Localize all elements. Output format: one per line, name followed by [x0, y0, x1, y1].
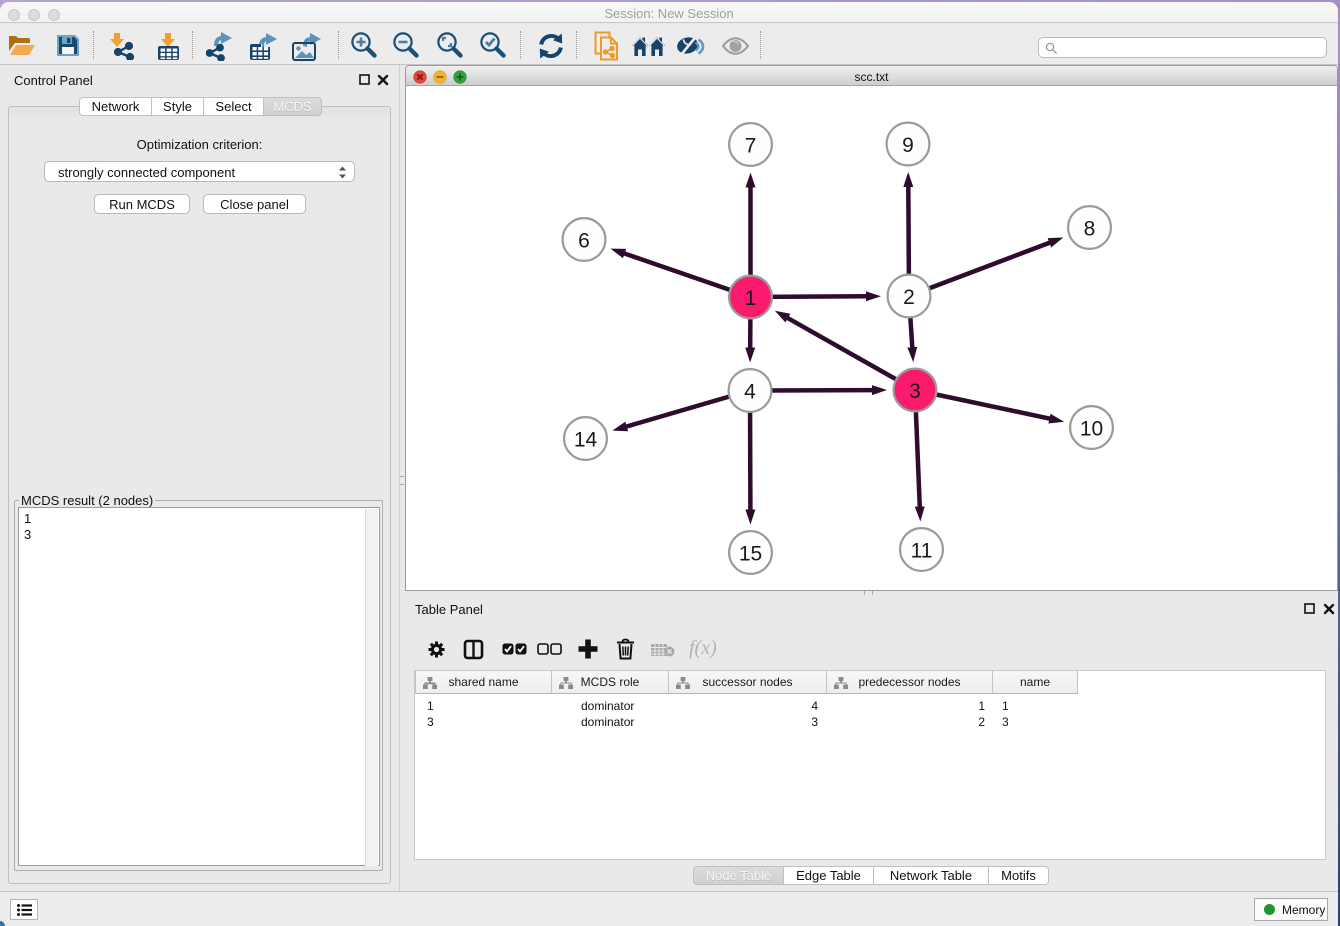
svg-text:4: 4 [744, 381, 756, 404]
svg-text:14: 14 [574, 429, 598, 452]
svg-text:7: 7 [745, 135, 757, 158]
svg-text:9: 9 [902, 134, 914, 157]
svg-text:1: 1 [745, 287, 757, 310]
svg-text:8: 8 [1084, 218, 1096, 241]
svg-text:10: 10 [1080, 418, 1103, 441]
svg-text:6: 6 [578, 230, 590, 253]
svg-text:3: 3 [909, 380, 921, 403]
svg-text:15: 15 [739, 543, 762, 566]
svg-text:11: 11 [911, 540, 933, 563]
svg-text:2: 2 [903, 286, 915, 309]
